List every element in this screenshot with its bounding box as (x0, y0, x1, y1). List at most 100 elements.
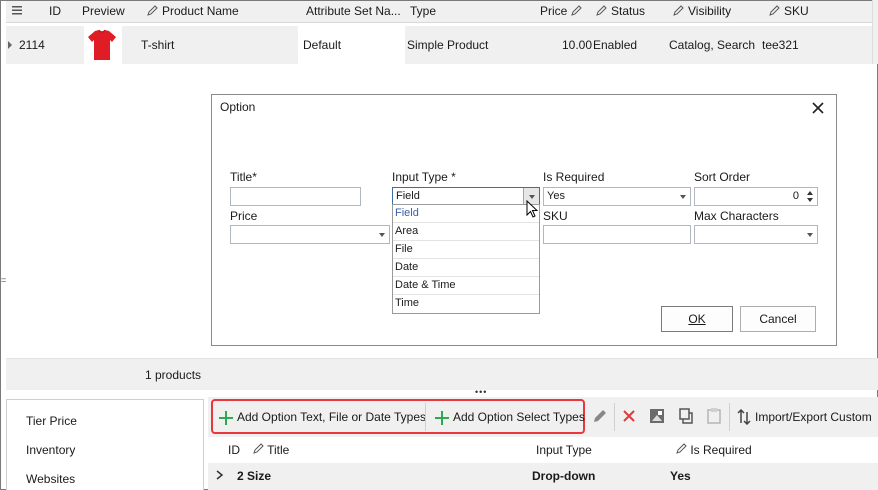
column-header-label: Price (540, 4, 568, 18)
cell-option-title[interactable]: 2 Size (237, 463, 271, 490)
options-toolbar: Add Option Text, File or Date Types Add … (208, 397, 878, 437)
column-header-label: Status (611, 4, 646, 18)
plus-icon (435, 409, 449, 425)
column-header-title[interactable]: Title (253, 437, 289, 463)
chevron-down-icon (379, 233, 385, 237)
sort-order-value: 0 (792, 190, 799, 202)
pencil-icon (147, 2, 158, 22)
nav-item-inventory[interactable]: Inventory (26, 442, 75, 458)
column-header-visibility[interactable]: Visibility (673, 1, 731, 23)
import-export-label: Import/Export Custom (755, 410, 872, 424)
column-header-is-required[interactable]: Is Required (676, 437, 752, 463)
pencil-icon (673, 2, 684, 22)
pencil-icon (676, 443, 687, 457)
add-option-select-button[interactable]: Add Option Select Types (431, 405, 585, 429)
max-characters-select[interactable] (694, 225, 818, 244)
expand-row-icon[interactable] (8, 41, 12, 49)
options-panel: Add Option Text, File or Date Types Add … (208, 397, 878, 490)
dropdown-option-date-time[interactable]: Date & Time (393, 277, 539, 295)
dropdown-option-area[interactable]: Area (393, 223, 539, 241)
max-characters-label: Max Characters (694, 209, 779, 223)
image-edit-icon[interactable] (648, 407, 666, 425)
input-type-value: Field (396, 190, 420, 202)
dropdown-option-time[interactable]: Time (393, 295, 539, 313)
chevron-down-icon (529, 195, 535, 199)
cell-option-input-type[interactable]: Drop-down (532, 463, 595, 490)
edit-icon[interactable] (591, 407, 609, 425)
splitter-handle[interactable]: ••• (475, 388, 487, 397)
header-menu-icon[interactable] (12, 1, 22, 23)
cell-price[interactable]: 10.00 (562, 26, 592, 64)
column-header-type[interactable]: Type (410, 1, 436, 23)
cell-visibility[interactable]: Catalog, Search (669, 26, 755, 64)
chevron-down-icon (807, 233, 813, 237)
sort-order-spinner[interactable]: 0 (694, 187, 818, 206)
nav-item-tier-price[interactable]: Tier Price (26, 413, 77, 429)
dialog-title: Option (220, 100, 256, 114)
toolbar-separator (729, 403, 730, 431)
sku-input[interactable] (543, 225, 691, 244)
input-type-dropdown-list: Field Area File Date Date & Time Time (392, 204, 540, 314)
ok-button[interactable]: OK (661, 306, 733, 332)
close-icon[interactable] (810, 100, 826, 116)
plus-icon (219, 409, 233, 425)
column-header-label: Product Name (162, 4, 239, 18)
column-header-attribute-set[interactable]: Attribute Set Na... (306, 1, 401, 23)
column-header-product-name[interactable]: Product Name (147, 1, 239, 23)
column-header-price[interactable]: Price (540, 1, 586, 23)
is-required-select[interactable]: Yes (543, 187, 691, 206)
cell-option-is-required[interactable]: Yes (670, 463, 691, 490)
option-dialog: Option Title* Input Type * Is Required S… (211, 94, 837, 346)
mouse-cursor-icon (526, 199, 540, 220)
delete-icon[interactable] (620, 407, 638, 425)
tshirt-thumbnail (84, 27, 120, 63)
is-required-label: Is Required (543, 170, 605, 184)
pencil-icon (570, 2, 582, 22)
column-header-sku[interactable]: SKU (769, 1, 809, 23)
add-option-text-label: Add Option Text, File or Date Types (237, 410, 426, 424)
column-header-id[interactable]: ID (49, 1, 61, 23)
add-option-text-file-date-button[interactable]: Add Option Text, File or Date Types (215, 405, 426, 429)
table-row[interactable]: 2 Size Drop-down Yes (208, 463, 878, 490)
grid-scrollbar[interactable] (872, 0, 878, 64)
sort-order-label: Sort Order (694, 170, 751, 184)
table-row[interactable]: 2114 T-shirt Default Simple Product 10.0… (6, 26, 872, 64)
options-grid-header: ID Title Input Type Is Required (208, 437, 878, 463)
pencil-icon (769, 2, 780, 22)
detail-nav: Tier Price Inventory Websites (6, 399, 204, 490)
expand-row-icon[interactable] (216, 463, 224, 490)
column-header-label: Visibility (688, 4, 732, 18)
cell-attribute-set[interactable]: Default (303, 26, 341, 64)
price-label: Price (230, 209, 258, 223)
toolbar-separator (614, 403, 615, 431)
products-count: 1 products (145, 368, 202, 382)
input-type-label: Input Type * (392, 170, 456, 184)
cell-id: 2114 (19, 38, 45, 52)
is-required-value: Yes (547, 190, 565, 202)
paste-icon[interactable] (705, 407, 723, 425)
column-header-id[interactable]: ID (228, 437, 240, 463)
left-resize-handle[interactable]: = (1, 276, 6, 285)
column-header-preview[interactable]: Preview (82, 1, 125, 23)
chevron-down-icon (680, 195, 686, 199)
dropdown-option-date[interactable]: Date (393, 259, 539, 277)
title-input[interactable] (230, 187, 361, 206)
spinner-arrows-icon[interactable] (806, 189, 815, 204)
import-export-icon (737, 408, 751, 426)
title-label: Title* (230, 170, 257, 184)
column-header-input-type[interactable]: Input Type (536, 437, 592, 463)
grid-footer: 1 products (6, 358, 878, 390)
dropdown-option-file[interactable]: File (393, 241, 539, 259)
column-header-status[interactable]: Status (596, 1, 645, 23)
cancel-button[interactable]: Cancel (740, 306, 816, 332)
dropdown-option-field[interactable]: Field (393, 205, 539, 223)
cell-product-name[interactable]: T-shirt (141, 26, 174, 64)
cell-sku[interactable]: tee321 (762, 26, 799, 64)
pencil-icon (596, 2, 607, 22)
nav-item-websites[interactable]: Websites (26, 471, 75, 487)
cell-status[interactable]: Enabled (593, 26, 637, 64)
column-header-label: Is Required (690, 443, 752, 457)
price-select[interactable] (230, 225, 390, 244)
import-export-button[interactable]: Import/Export Custom (733, 405, 872, 429)
copy-icon[interactable] (677, 407, 695, 425)
